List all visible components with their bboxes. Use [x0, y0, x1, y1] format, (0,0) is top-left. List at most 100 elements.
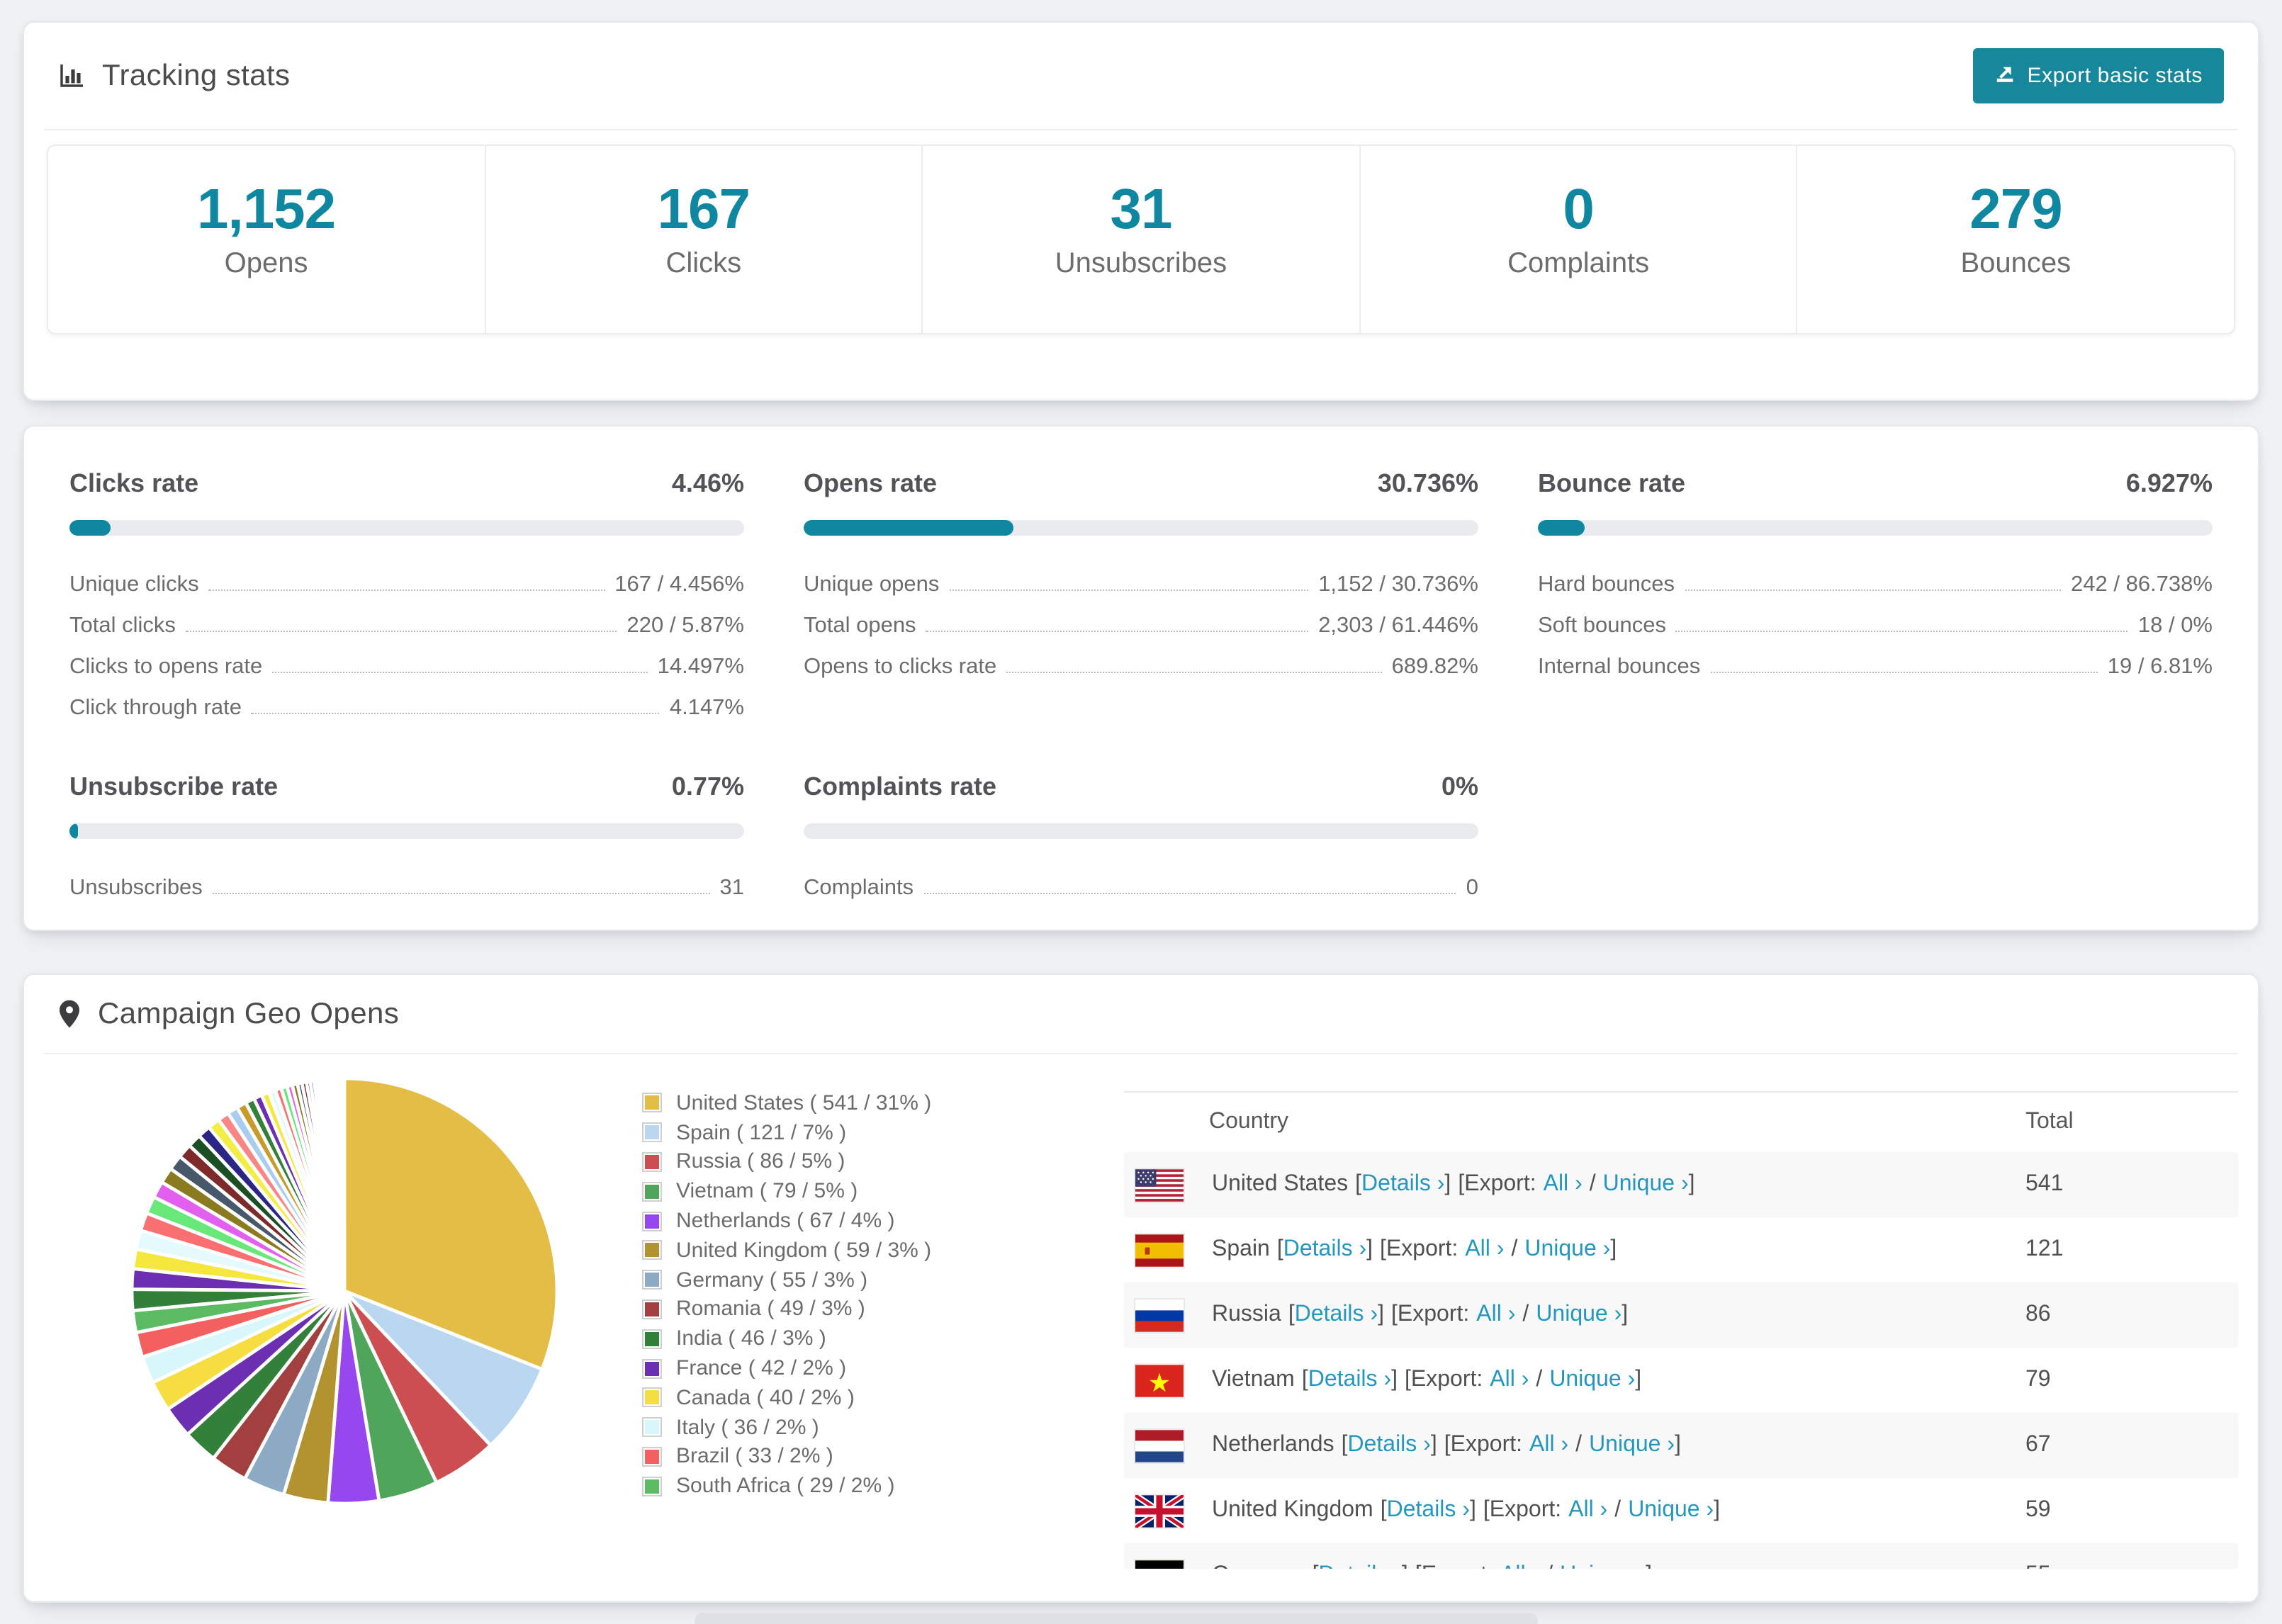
export-basic-stats-button[interactable]: Export basic stats [1973, 48, 2224, 103]
details-link[interactable]: Details › [1295, 1302, 1378, 1328]
tracking-stats-card: Tracking stats Export basic stats 1,152 … [23, 21, 2259, 401]
details-link[interactable]: Details › [1387, 1498, 1470, 1523]
legend-item[interactable]: United States ( 541 / 31% ) [642, 1088, 1124, 1118]
legend-item[interactable]: South Africa ( 29 / 2% ) [642, 1472, 1124, 1501]
progress-bar-fill [69, 823, 79, 839]
legend-item[interactable]: Spain ( 121 / 7% ) [642, 1118, 1124, 1148]
summary-value: 279 [1969, 179, 2062, 241]
export-all-link[interactable]: All › [1529, 1433, 1568, 1458]
total-column-header: Total [2025, 1110, 2074, 1134]
rate-detail-label: Click through rate [69, 696, 242, 720]
summary-label: Unsubscribes [1055, 248, 1227, 279]
progress-bar-track [804, 520, 1478, 536]
country-flag-icon [1135, 1299, 1184, 1331]
rate-value: 0% [1441, 772, 1478, 801]
rate-title: Unsubscribe rate [69, 772, 279, 801]
rate-rows: Unique opens 1,152 / 30.736% Total opens… [804, 557, 1478, 680]
legend-label: India ( 46 / 3% ) [676, 1326, 826, 1351]
export-all-link[interactable]: All › [1568, 1498, 1607, 1523]
export-unique-link[interactable]: Unique › [1524, 1237, 1610, 1263]
export-unique-link[interactable]: Unique › [1549, 1368, 1635, 1393]
export-unique-link[interactable]: Unique › [1603, 1172, 1689, 1197]
progress-bar-fill [1538, 520, 1585, 536]
rate-detail-value: 167 / 4.456% [614, 573, 744, 597]
export-all-link[interactable]: All › [1544, 1172, 1583, 1197]
export-unique-link[interactable]: Unique › [1628, 1498, 1714, 1523]
rate-detail-label: Total clicks [69, 614, 176, 638]
export-all-link[interactable]: All › [1476, 1302, 1515, 1328]
export-all-link[interactable]: All › [1465, 1237, 1504, 1263]
total-cell: 86 [2025, 1302, 2051, 1326]
rate-detail-row: Clicks to opens rate 14.497% [69, 639, 744, 680]
rate-rows: Complaints 0 [804, 860, 1478, 901]
summary-value: 1,152 [196, 179, 336, 241]
summary-cell: 0 Complaints [1359, 146, 1797, 333]
rate-rows: Hard bounces 242 / 86.738% Soft bounces … [1538, 557, 2213, 680]
legend-label: Spain ( 121 / 7% ) [676, 1120, 847, 1145]
legend-item[interactable]: Brazil ( 33 / 2% ) [642, 1442, 1124, 1472]
legend-swatch-icon [642, 1181, 662, 1202]
dotted-leader [1675, 631, 2128, 632]
details-link[interactable]: Details › [1319, 1563, 1402, 1569]
rate-header: Unsubscribe rate 0.77% [69, 772, 744, 802]
geo-table-header: Country Total [1124, 1093, 2238, 1152]
rate-rows: Unsubscribes 31 [69, 860, 744, 901]
legend-item[interactable]: Romania ( 49 / 3% ) [642, 1295, 1124, 1324]
rate-detail-label: Complaints [804, 876, 914, 900]
legend-swatch-icon [642, 1122, 662, 1143]
rate-detail-row: Hard bounces 242 / 86.738% [1538, 557, 2213, 598]
campaign-geo-opens-card: Campaign Geo Opens United States ( 541 /… [23, 974, 2259, 1603]
details-link[interactable]: Details › [1283, 1237, 1366, 1263]
summary-label: Bounces [1960, 248, 2072, 279]
total-cell: 67 [2025, 1433, 2051, 1457]
rate-detail-label: Unique clicks [69, 573, 199, 597]
details-link[interactable]: Details › [1347, 1433, 1430, 1458]
rate-detail-label: Soft bounces [1538, 614, 1666, 638]
legend-item[interactable]: Vietnam ( 79 / 5% ) [642, 1177, 1124, 1207]
rate-detail-value: 689.82% [1391, 655, 1478, 679]
legend-swatch-icon [642, 1476, 662, 1496]
geo-table: Country Total United States [Details ›] … [1124, 1091, 2238, 1569]
rate-detail-value: 19 / 6.81% [2107, 655, 2213, 679]
legend-swatch-icon [642, 1151, 662, 1172]
legend-swatch-icon [642, 1270, 662, 1290]
geo-body: United States ( 541 / 31% ) Spain ( 121 … [24, 1054, 2258, 1569]
export-all-link[interactable]: All › [1490, 1368, 1529, 1393]
legend-label: Canada ( 40 / 2% ) [676, 1385, 855, 1410]
legend-item[interactable]: Netherlands ( 67 / 4% ) [642, 1206, 1124, 1236]
legend-item[interactable]: Germany ( 55 / 3% ) [642, 1265, 1124, 1295]
legend-item[interactable]: Russia ( 86 / 5% ) [642, 1147, 1124, 1177]
total-cell: 541 [2025, 1172, 2064, 1196]
table-row: United States [Details ›] [Export: All ›… [1124, 1152, 2238, 1217]
details-link[interactable]: Details › [1308, 1368, 1391, 1393]
rate-value: 30.736% [1377, 469, 1478, 497]
progress-bar-fill [804, 520, 1013, 536]
export-unique-link[interactable]: Unique › [1589, 1433, 1675, 1458]
export-unique-link[interactable]: Unique › [1536, 1302, 1621, 1328]
geo-header: Campaign Geo Opens [44, 975, 2238, 1054]
legend-item[interactable]: United Kingdom ( 59 / 3% ) [642, 1236, 1124, 1265]
tracking-stats-header: Tracking stats Export basic stats [44, 23, 2238, 130]
legend-item[interactable]: France ( 42 / 2% ) [642, 1353, 1124, 1383]
rate-detail-value: 220 / 5.87% [626, 614, 744, 638]
country-flag-icon [1135, 1168, 1184, 1201]
legend-swatch-icon [642, 1329, 662, 1349]
legend-label: United States ( 541 / 31% ) [676, 1090, 932, 1115]
dotted-leader [926, 631, 1309, 632]
geo-pie-chart [67, 1066, 622, 1569]
legend-swatch-icon [642, 1211, 662, 1231]
rate-detail-value: 31 [719, 876, 745, 900]
details-link[interactable]: Details › [1361, 1172, 1444, 1197]
geo-table-rows: United States [Details ›] [Export: All ›… [1124, 1152, 2238, 1569]
legend-item[interactable]: India ( 46 / 3% ) [642, 1324, 1124, 1354]
rate-header: Complaints rate 0% [804, 772, 1478, 802]
legend-item[interactable]: Canada ( 40 / 2% ) [642, 1383, 1124, 1413]
export-all-link[interactable]: All › [1500, 1563, 1539, 1569]
progress-bar-fill [69, 520, 111, 536]
rate-detail-value: 242 / 86.738% [2071, 573, 2213, 597]
export-unique-link[interactable]: Unique › [1560, 1563, 1646, 1569]
legend-item[interactable]: Italy ( 36 / 2% ) [642, 1413, 1124, 1443]
horizontal-scrollbar[interactable] [695, 1613, 1538, 1624]
table-row: Vietnam [Details ›] [Export: All › / Uni… [1124, 1348, 2238, 1413]
table-row: Russia [Details ›] [Export: All › / Uniq… [1124, 1282, 2238, 1348]
